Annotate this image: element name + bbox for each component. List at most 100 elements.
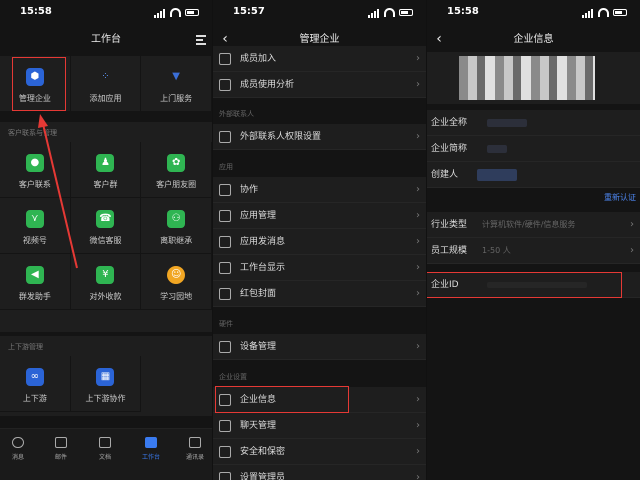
row-staff-size[interactable]: 员工规模 1-50 人 › [427, 238, 640, 264]
chart-icon [219, 79, 231, 91]
list-icon [219, 236, 231, 248]
logo-area [427, 52, 640, 104]
group-label: 外部联系人 [219, 110, 254, 118]
row-workbench-display[interactable]: 工作台显示 › [213, 255, 426, 281]
external-contact-icon [219, 131, 231, 143]
row-label: 企业简称 [431, 144, 468, 154]
chat-icon [219, 420, 231, 432]
row-member-analysis[interactable]: 成员使用分析 › [213, 72, 426, 98]
row-label: 工作台显示 [240, 263, 286, 273]
redacted-value [477, 169, 517, 181]
chevron-right-icon: › [630, 219, 634, 230]
row-chat-manage[interactable]: 聊天管理 › [213, 413, 426, 439]
row-device-manage[interactable]: 设备管理 › [213, 334, 426, 360]
chevron-right-icon: › [630, 245, 634, 256]
group-header: 应用 [213, 157, 426, 175]
chevron-right-icon: › [416, 262, 420, 273]
collab-icon [219, 184, 231, 196]
row-label: 成员使用分析 [240, 80, 295, 90]
row-label: 聊天管理 [240, 421, 277, 431]
signal-icon [368, 9, 380, 18]
member-icon [219, 53, 231, 65]
chevron-right-icon: › [416, 446, 420, 457]
row-value: 1-50 人 [482, 246, 511, 255]
annotation-arrow [38, 114, 78, 269]
battery-icon [399, 9, 413, 16]
phone-enterprise-info: 15:58 ‹ 企业信息 企业全称 企业简称 创建人 重新认证 行业类型 计算机… [427, 0, 640, 480]
group-label: 企业设置 [219, 373, 247, 381]
verify-row: 重新认证 [427, 188, 640, 208]
chevron-right-icon: › [416, 394, 420, 405]
page-title: 管理企业 [299, 34, 340, 45]
row-label: 外部联系人权限设置 [240, 132, 322, 142]
chevron-right-icon: › [416, 288, 420, 299]
row-creator: 创建人 [427, 162, 640, 188]
phone-workbench: 15:58 工作台 ⬢ 管理企业 ⁘ 添加应用 ▼ 上门服务 客户联系与管理 ●… [0, 0, 212, 480]
signal-icon [582, 9, 594, 18]
page-title: 企业信息 [513, 34, 554, 45]
chevron-right-icon: › [416, 341, 420, 352]
row-label: 应用管理 [240, 211, 277, 221]
wifi-icon [384, 8, 395, 17]
row-label: 设备管理 [240, 342, 277, 352]
enterprise-logo [459, 56, 595, 100]
phone-manage-enterprise: 15:57 ‹ 管理企业 成员加入 › 成员使用分析 › 外部联系人 外部联系人权限… [213, 0, 426, 480]
group-header: 硬件 [213, 314, 426, 332]
row-red-packet[interactable]: 红包封面 › [213, 281, 426, 307]
group-header: 外部联系人 [213, 104, 426, 122]
status-bar: 15:57 [213, 6, 426, 22]
row-value: 计算机软件/硬件/信息服务 [482, 220, 576, 229]
apps-icon [219, 210, 231, 222]
wifi-icon [598, 8, 609, 17]
display-icon [219, 262, 231, 274]
battery-icon [613, 9, 627, 16]
row-label: 企业全称 [431, 118, 468, 128]
row-label: 设置管理员 [240, 473, 286, 480]
chevron-right-icon: › [416, 236, 420, 247]
row-admin-settings[interactable]: 设置管理员 › [213, 465, 426, 480]
group-header: 企业设置 [213, 367, 426, 385]
row-industry[interactable]: 行业类型 计算机软件/硬件/信息服务 › [427, 212, 640, 238]
chevron-right-icon: › [416, 420, 420, 431]
row-label: 行业类型 [431, 220, 468, 230]
row-app-message[interactable]: 应用发消息 › [213, 229, 426, 255]
shield-icon [219, 446, 231, 458]
row-label: 成员加入 [240, 54, 277, 64]
header: ‹ 企业信息 [427, 28, 640, 52]
row-label: 创建人 [431, 170, 459, 180]
row-external-permission[interactable]: 外部联系人权限设置 › [213, 124, 426, 150]
row-app-manage[interactable]: 应用管理 › [213, 203, 426, 229]
row-member-join[interactable]: 成员加入 › [213, 46, 426, 72]
chevron-right-icon: › [416, 472, 420, 480]
highlight-box [427, 272, 622, 298]
row-full-name: 企业全称 [427, 110, 640, 136]
back-arrow-icon[interactable]: ‹ [431, 28, 447, 52]
chevron-right-icon: › [416, 131, 420, 142]
row-label: 应用发消息 [240, 237, 286, 247]
redacted-value [487, 119, 527, 127]
group-label: 硬件 [219, 320, 233, 328]
status-bar: 15:58 [427, 6, 640, 22]
row-short-name: 企业简称 [427, 136, 640, 162]
chevron-right-icon: › [416, 53, 420, 64]
row-label: 员工规模 [431, 246, 468, 256]
row-security[interactable]: 安全和保密 › [213, 439, 426, 465]
status-icons [368, 8, 414, 18]
red-packet-icon [219, 288, 231, 300]
chevron-right-icon: › [416, 184, 420, 195]
row-label: 安全和保密 [240, 447, 286, 457]
status-time: 15:57 [233, 6, 265, 17]
group-label: 应用 [219, 163, 233, 171]
row-label: 红包封面 [240, 289, 277, 299]
status-icons [582, 8, 628, 18]
highlight-box [215, 386, 349, 413]
chevron-right-icon: › [416, 79, 420, 90]
row-collab[interactable]: 协作 › [213, 177, 426, 203]
admin-icon [219, 472, 231, 480]
status-time: 15:58 [447, 6, 479, 17]
reverify-link[interactable]: 重新认证 [604, 192, 636, 203]
redacted-value [487, 145, 507, 153]
device-icon [219, 341, 231, 353]
chevron-right-icon: › [416, 210, 420, 221]
row-label: 协作 [240, 185, 259, 195]
